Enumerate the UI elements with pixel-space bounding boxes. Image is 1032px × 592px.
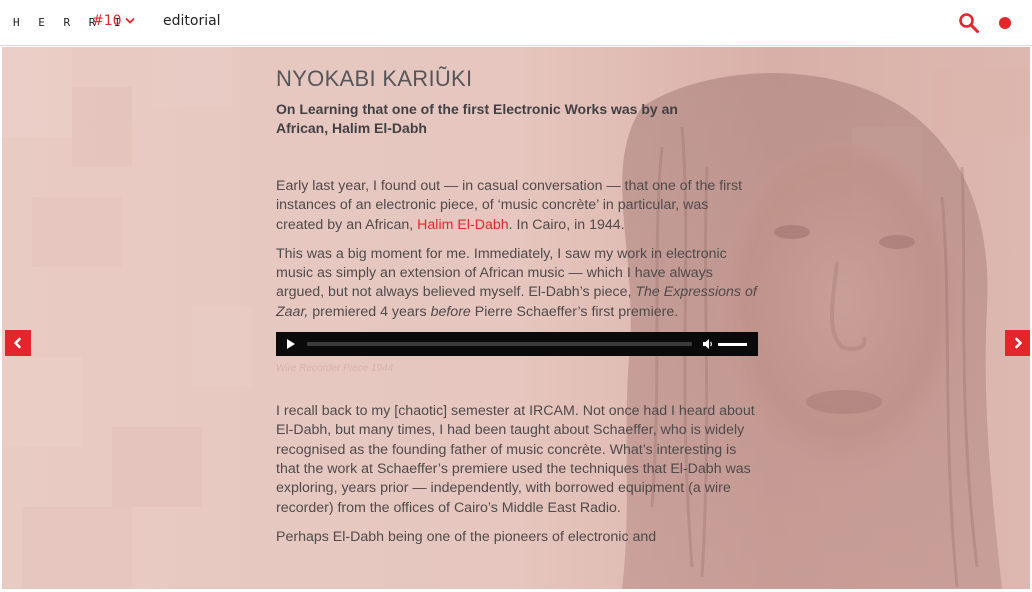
paragraph-2: This was a big moment for me. Immediatel… (276, 245, 757, 320)
issue-selector[interactable]: #10 (92, 13, 135, 29)
next-article-button[interactable] (1005, 330, 1030, 356)
halim-el-dabh-link[interactable]: Halim El-Dabh (417, 217, 508, 233)
previous-article-button[interactable] (5, 330, 31, 356)
chevron-left-icon (14, 337, 21, 349)
issue-label: #10 (92, 13, 122, 29)
audio-seek-bar[interactable] (307, 342, 692, 347)
volume-icon[interactable] (702, 338, 714, 350)
chevron-right-icon (1015, 337, 1022, 349)
record-dot-icon[interactable] (999, 17, 1011, 29)
article-body: NYOKABI KARIŨKI On Learning that one of … (276, 67, 758, 547)
paragraph-4: Perhaps El-Dabh being one of the pioneer… (276, 528, 657, 545)
search-icon[interactable] (958, 12, 980, 34)
chevron-down-icon (125, 18, 134, 24)
audio-player (276, 332, 758, 357)
audio-caption: Wire Recorder Piece 1944 (276, 363, 394, 375)
article-stage: NYOKABI KARIŨKI On Learning that one of … (2, 47, 1030, 589)
article-subtitle: On Learning that one of the first Electr… (276, 101, 678, 136)
paragraph-1: Early last year, I found out — in casual… (276, 178, 743, 233)
article-author-title: NYOKABI KARIŨKI (276, 66, 473, 91)
play-icon[interactable] (287, 339, 295, 350)
section-link-editorial[interactable]: editorial (163, 13, 221, 29)
paragraph-3: I recall back to my [chaotic] semester a… (276, 403, 755, 516)
top-navigation-bar: H E R R I #10 editorial (0, 0, 1032, 46)
volume-slider[interactable] (718, 343, 747, 347)
